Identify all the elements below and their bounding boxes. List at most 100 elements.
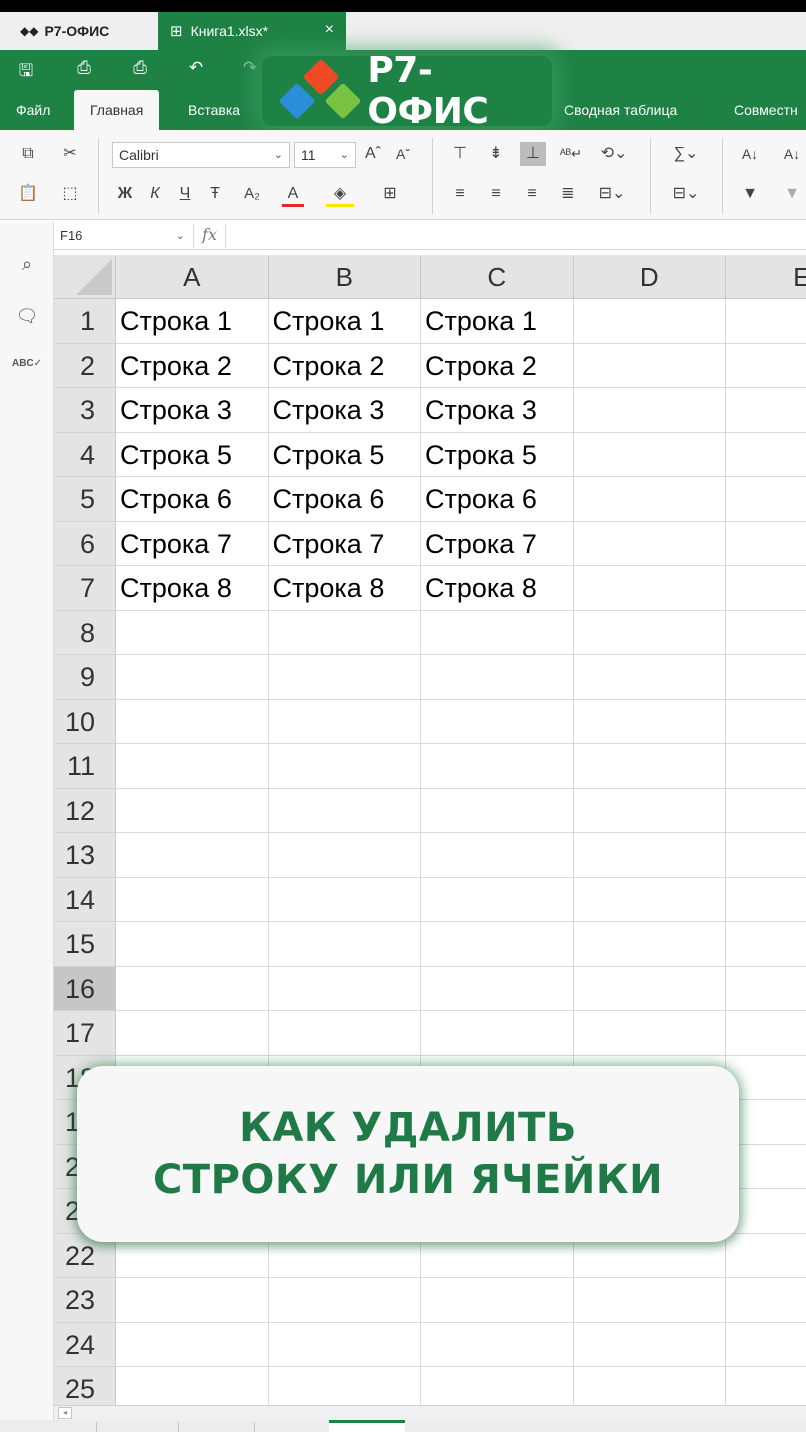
row-header-15[interactable]: 15 (54, 922, 116, 967)
cell-d15[interactable] (573, 922, 726, 967)
sort-ascending-icon[interactable]: A↓ (738, 144, 762, 164)
spellcheck-icon[interactable]: ABC✓ (0, 358, 54, 369)
cell-c1[interactable]: Строка 1 (421, 299, 574, 344)
cell-b13[interactable] (268, 833, 421, 878)
row-header-6[interactable]: 6 (54, 521, 116, 566)
borders-icon[interactable]: ⊞ (376, 184, 404, 204)
clear-filter-icon[interactable]: ▼ (780, 184, 804, 204)
cell-a12[interactable] (116, 788, 269, 833)
cell-d9[interactable] (573, 655, 726, 700)
cell-d24[interactable] (573, 1322, 726, 1367)
align-left-icon[interactable]: ≡ (448, 184, 472, 204)
column-header-d[interactable]: D (573, 255, 726, 299)
cell-a15[interactable] (116, 922, 269, 967)
row-header-8[interactable]: 8 (54, 610, 116, 655)
redo-icon[interactable]: ↷ (238, 58, 262, 78)
cell-a5[interactable]: Строка 6 (116, 477, 269, 522)
number-format-icon[interactable]: ⊟⌄ (666, 184, 706, 204)
bold-button[interactable]: Ж (114, 184, 136, 204)
cell-e6[interactable] (726, 522, 806, 566)
underline-button[interactable]: Ч (174, 184, 196, 204)
cell-b9[interactable] (268, 655, 421, 700)
row-header-24[interactable]: 24 (54, 1322, 116, 1367)
cell-c13[interactable] (421, 833, 574, 878)
undo-icon[interactable]: ↶ (184, 58, 208, 78)
orientation-icon[interactable]: ⟲⌄ (596, 144, 632, 164)
cell-b11[interactable] (268, 744, 421, 789)
row-header-17[interactable]: 17 (54, 1011, 116, 1056)
menu-tab-pivot[interactable]: Сводная таблица (548, 90, 693, 130)
cell-c6[interactable]: Строка 7 (421, 521, 574, 566)
subscript-button[interactable]: A₂ (236, 184, 268, 204)
align-top-icon[interactable]: ⊤ (448, 144, 472, 164)
row-header-16[interactable]: 16 (54, 966, 116, 1011)
cell-c11[interactable] (421, 744, 574, 789)
cell-c4[interactable]: Строка 5 (421, 432, 574, 477)
cell-e5[interactable] (726, 477, 806, 522)
cell-c5[interactable]: Строка 6 (421, 477, 574, 522)
cell-a23[interactable] (116, 1278, 269, 1323)
font-size-select[interactable]: 11 ⌄ (294, 142, 356, 168)
row-header-9[interactable]: 9 (54, 655, 116, 700)
cell-b24[interactable] (268, 1322, 421, 1367)
cell-d17[interactable] (573, 1011, 726, 1056)
align-right-icon[interactable]: ≡ (520, 184, 544, 204)
cell-a8[interactable] (116, 610, 269, 655)
cell-e11[interactable] (726, 744, 806, 789)
cell-a9[interactable] (116, 655, 269, 700)
cell-a6[interactable]: Строка 7 (116, 521, 269, 566)
cell-d5[interactable] (573, 477, 726, 522)
row-header-11[interactable]: 11 (54, 744, 116, 789)
cell-d14[interactable] (573, 877, 726, 922)
cell-b7[interactable]: Строка 8 (268, 566, 421, 611)
cell-d13[interactable] (573, 833, 726, 878)
cell-d11[interactable] (573, 744, 726, 789)
cell-b14[interactable] (268, 877, 421, 922)
cut-icon[interactable]: ✂ (58, 144, 82, 164)
close-icon[interactable]: × (325, 21, 334, 39)
select-all-corner[interactable] (54, 255, 116, 299)
highlight-color-icon[interactable]: ◈ (326, 184, 354, 207)
cell-b2[interactable]: Строка 2 (268, 343, 421, 388)
cell-b23[interactable] (268, 1278, 421, 1323)
cell-a25[interactable] (116, 1367, 269, 1405)
select-all-icon[interactable]: ⬚ (58, 184, 82, 204)
function-icon[interactable]: fx (194, 224, 226, 248)
cell-d4[interactable] (573, 432, 726, 477)
menu-tab-home[interactable]: Главная (74, 90, 160, 130)
column-header-a[interactable]: A (116, 255, 269, 299)
row-header-12[interactable]: 12 (54, 788, 116, 833)
cell-a3[interactable]: Строка 3 (116, 388, 269, 433)
active-sheet-tab[interactable] (329, 1420, 405, 1432)
cell-c9[interactable] (421, 655, 574, 700)
cell-d7[interactable] (573, 566, 726, 611)
cell-b4[interactable]: Строка 5 (268, 432, 421, 477)
cell-d12[interactable] (573, 788, 726, 833)
cell-e13[interactable] (726, 833, 806, 878)
cell-e3[interactable] (726, 388, 806, 433)
cell-d8[interactable] (573, 610, 726, 655)
cell-b25[interactable] (269, 1367, 421, 1405)
shrink-font-icon[interactable]: Aˇ (392, 144, 414, 164)
cell-b5[interactable]: Строка 6 (268, 477, 421, 522)
copy-icon[interactable]: ⧉ (16, 144, 40, 164)
cell-name-box[interactable]: F16 ⌄ (54, 224, 194, 248)
column-header-b[interactable]: B (268, 255, 421, 299)
cell-e22[interactable] (726, 1234, 806, 1278)
cell-e16[interactable] (726, 967, 806, 1011)
row-header-7[interactable]: 7 (54, 566, 116, 611)
app-home-tab[interactable]: ◆◆ Р7-ОФИС (0, 12, 158, 50)
align-bottom-icon[interactable]: ⊥ (520, 142, 546, 166)
align-middle-icon[interactable]: ⇟ (484, 144, 508, 164)
cell-e9[interactable] (726, 655, 806, 700)
cell-a17[interactable] (116, 1011, 269, 1056)
horizontal-scrollbar[interactable]: ◂ (54, 1405, 806, 1420)
sort-descending-icon[interactable]: A↓ (780, 144, 804, 164)
row-header-5[interactable]: 5 (54, 477, 116, 522)
cell-a10[interactable] (116, 699, 269, 744)
cell-e10[interactable] (726, 700, 806, 744)
cell-c16[interactable] (421, 966, 574, 1011)
document-tab[interactable]: ⊞ Книга1.xlsx* × (158, 12, 346, 50)
row-header-14[interactable]: 14 (54, 877, 116, 922)
cell-c14[interactable] (421, 877, 574, 922)
